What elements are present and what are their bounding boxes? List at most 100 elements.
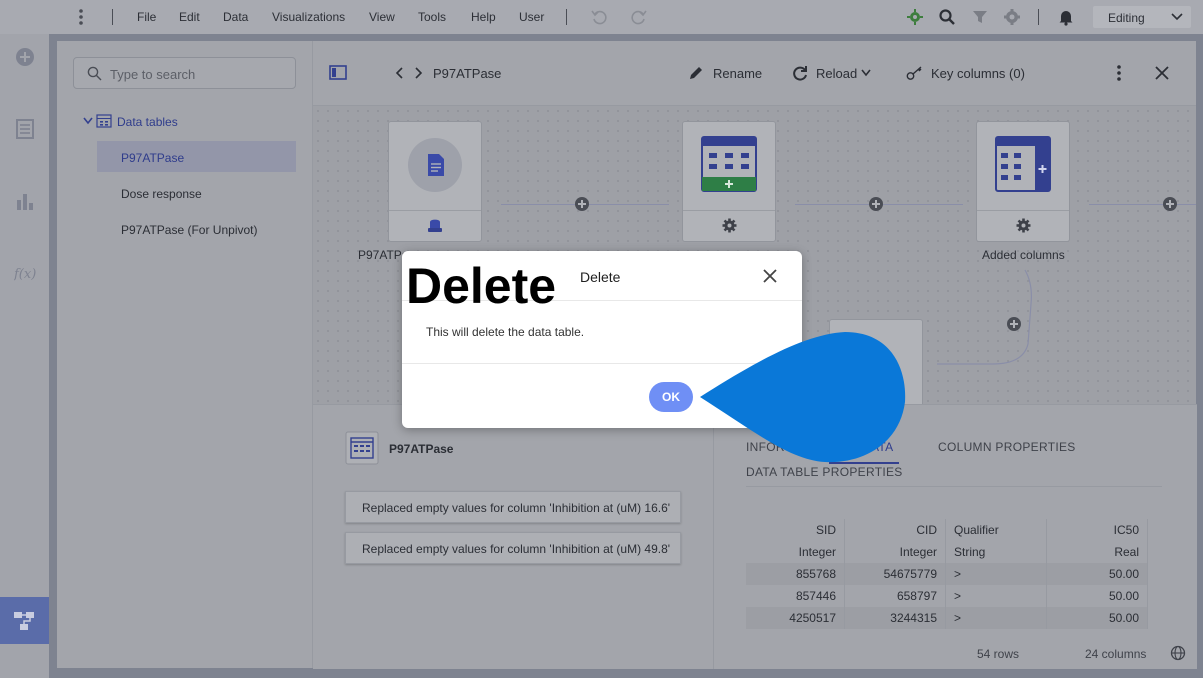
column-header[interactable]: Qualifier [945,519,1047,541]
ok-button[interactable]: OK [649,382,693,412]
canvas-toolbar: P97ATPase Rename Reload Key columns (0) [313,41,1196,106]
overlay-heading: Delete [406,258,557,314]
more-options-icon[interactable] [1114,64,1124,82]
data-canvas-nav-item[interactable] [0,597,49,644]
table-header-row: SID CID Qualifier IC50 [746,519,1148,541]
dialog-title: Delete [580,269,621,285]
search-input[interactable]: Type to search [73,57,296,89]
gear-icon[interactable] [722,218,737,233]
reload-button[interactable]: Reload [816,66,857,81]
column-header[interactable]: SID [746,519,845,541]
data-table-add-columns-icon [995,136,1051,192]
details-table-name: P97ATPase [389,442,454,456]
add-transform-icon[interactable] [1007,317,1021,331]
menu-help[interactable]: Help [471,10,496,24]
table-row: 855768 54675779 > 50.00 [746,563,1148,585]
add-transform-icon[interactable] [1163,197,1177,211]
menu-bar: File Edit Data Visualizations View Tools… [0,0,1203,34]
gear-icon[interactable] [1016,218,1031,233]
gear-icon[interactable] [1003,8,1021,26]
chevron-down-icon [1171,13,1183,21]
tab-column-properties[interactable]: COLUMN PROPERTIES [938,440,1076,454]
column-header[interactable]: IC50 [1046,519,1148,541]
function-icon[interactable]: f(x) [13,262,36,284]
source-node-label: P97ATPa [358,248,409,262]
column-type: String [945,541,1047,563]
back-chevron-icon[interactable] [395,67,405,79]
table-row: 4250517 3244315 > 50.00 [746,607,1148,629]
pencil-icon [690,67,702,79]
table-cell: > [945,563,1047,585]
mode-select[interactable]: Editing [1093,6,1191,28]
chevron-down-icon[interactable] [861,69,871,77]
menu-edit[interactable]: Edit [179,10,200,24]
search-placeholder: Type to search [110,67,196,82]
breadcrumb-table-name: P97ATPase [433,66,502,81]
row-count: 54 rows [977,647,1020,661]
filter-icon[interactable] [971,8,989,26]
undo-icon[interactable] [590,8,608,26]
key-columns-button[interactable]: Key columns (0) [931,66,1025,81]
tree-root-data-tables[interactable]: Data tables [117,115,178,129]
add-transform-icon[interactable] [869,197,883,211]
tree-item-table[interactable]: P97ATPase [121,151,184,165]
source-node[interactable] [388,121,482,242]
added-columns-node[interactable] [976,121,1070,242]
transformation-item[interactable]: Replaced empty values for column 'Inhibi… [345,532,681,564]
column-count: 24 columns [1085,647,1147,661]
add-icon[interactable] [14,46,36,68]
search-icon[interactable] [938,8,956,26]
column-type: Integer [844,541,946,563]
table-cell: 50.00 [1046,563,1148,585]
table-cell: 4250517 [746,607,845,629]
data-table-add-rows-icon [701,136,757,192]
dialog-header: Delete Delete [402,251,802,314]
menu-data[interactable]: Data [223,10,248,24]
table-cell: 54675779 [844,563,946,585]
added-columns-node-footer [977,210,1069,241]
data-tables-sidebar: Type to search Data tables P97ATPase Dos… [57,41,313,668]
dialog-message: This will delete the data table. [426,325,585,339]
toggle-sidebar-icon[interactable] [329,65,347,81]
table-cell: 50.00 [1046,585,1148,607]
globe-icon[interactable] [1170,645,1186,661]
menu-file[interactable]: File [137,10,156,24]
transform-node[interactable] [682,121,776,242]
menu-view[interactable]: View [369,10,395,24]
ai-assistant-icon[interactable] [906,8,924,26]
menu-separator [566,9,567,25]
data-table-icon [96,114,112,128]
svg-text:f(x): f(x) [14,267,36,282]
rename-button[interactable]: Rename [713,66,762,81]
data-table-icon [345,431,379,465]
column-header[interactable]: CID [844,519,946,541]
transformation-label: Replaced empty values for column 'Inhibi… [362,501,671,515]
kebab-menu-icon[interactable] [72,8,90,26]
column-type: Real [1046,541,1148,563]
data-canvas-icon [14,612,34,630]
visualizations-icon[interactable] [14,190,36,212]
table-row: 857446 658797 > 50.00 [746,585,1148,607]
database-icon[interactable] [427,218,443,234]
forward-chevron-icon[interactable] [413,67,423,79]
data-panel-icon[interactable] [14,118,36,140]
redo-icon[interactable] [630,8,648,26]
menu-visualizations[interactable]: Visualizations [272,10,345,24]
menu-separator [112,9,113,25]
table-cell: 50.00 [1046,607,1148,629]
left-rail: f(x) [0,34,49,678]
close-icon[interactable] [1154,65,1170,81]
menu-tools[interactable]: Tools [418,10,446,24]
reload-icon [793,66,807,81]
notifications-bell-icon[interactable] [1057,8,1075,26]
tree-item-table[interactable]: P97ATPase (For Unpivot) [121,223,258,237]
tree-item-table[interactable]: Dose response [121,187,202,201]
table-type-row: Integer Integer String Real [746,541,1148,563]
chevron-down-icon[interactable] [82,116,94,126]
transformation-label: Replaced empty values for column 'Inhibi… [362,542,671,556]
flow-link [1089,204,1196,205]
transformation-item[interactable]: Replaced empty values for column 'Inhibi… [345,491,681,523]
add-transform-icon[interactable] [575,197,589,211]
close-icon[interactable] [762,268,778,284]
menu-user[interactable]: User [519,10,544,24]
